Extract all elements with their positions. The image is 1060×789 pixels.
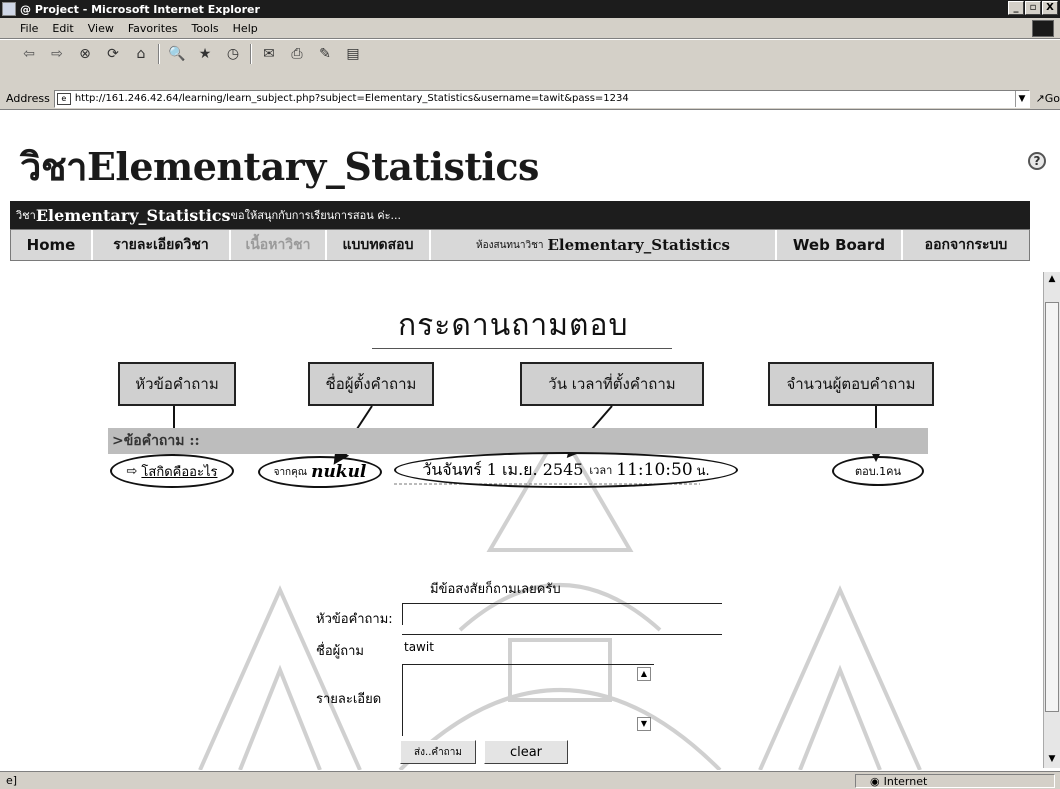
topic-input[interactable] <box>402 603 722 625</box>
detail-textarea[interactable]: ▲ ▼ <box>402 664 654 736</box>
question-topic: โสกิดคืออะไร <box>141 464 218 480</box>
textarea-scroll-down-icon[interactable]: ▼ <box>637 717 651 731</box>
asker-name: nukul <box>311 462 367 482</box>
name-value: tawit <box>404 640 434 654</box>
asker-prefix: จากคุณ <box>273 466 308 478</box>
globe-icon: ◉ <box>870 774 880 788</box>
clear-button[interactable]: clear <box>484 740 568 764</box>
question-datetime: วันจันทร์ 1 เม.ย. 2545 เวลา 11:10:50 น. <box>394 452 738 488</box>
question-time: 11:10:50 <box>616 460 693 480</box>
time-suffix: น. <box>696 463 710 479</box>
security-zone: ◉ Internet <box>855 774 1055 788</box>
question-date: วันจันทร์ 1 เม.ย. 2545 <box>422 459 584 479</box>
submit-question-button[interactable]: ส่ง..คำถาม <box>400 740 476 764</box>
question-asker: จากคุณ nukul <box>258 456 382 488</box>
form-prompt: มีข้อสงสัยก็ถามเลยครับ <box>430 582 561 597</box>
zone-label: Internet <box>883 774 928 788</box>
status-bar: e] ◉ Internet <box>0 771 1060 789</box>
detail-label: รายละเอียด <box>316 692 382 707</box>
textarea-scrollbar[interactable]: ▲ ▼ <box>637 667 651 733</box>
topic-label: หัวข้อคำถาม: <box>316 612 393 627</box>
bullet-icon: ⇨ <box>126 463 138 479</box>
question-header: >ข้อคำถาม :: <box>108 428 928 454</box>
question-replies: ตอบ.1คน <box>832 456 924 486</box>
page-status-icon: e] <box>6 774 18 787</box>
name-input[interactable]: tawit <box>402 634 722 656</box>
name-label: ชื่อผู้ถาม <box>316 644 364 659</box>
textarea-scroll-up-icon[interactable]: ▲ <box>637 667 651 681</box>
time-prefix: เวลา <box>589 464 613 477</box>
question-topic-link[interactable]: ⇨ โสกิดคืออะไร <box>110 454 234 488</box>
